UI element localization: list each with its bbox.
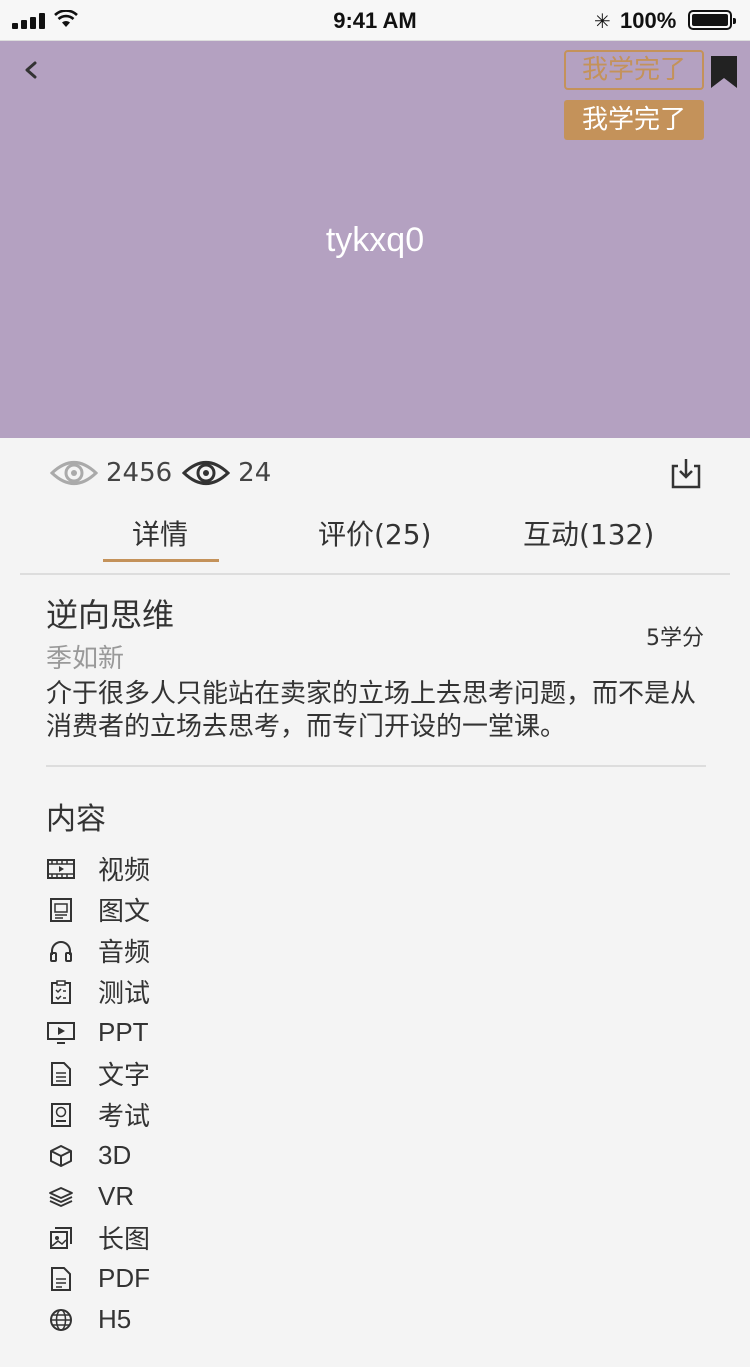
long-image-icon	[46, 1226, 76, 1250]
back-icon[interactable]	[18, 55, 46, 85]
content-item-long-image[interactable]: 长图	[46, 1217, 150, 1258]
views-count: 2456	[106, 458, 173, 488]
content-item-label: 音频	[98, 937, 151, 967]
image-text-icon	[46, 897, 76, 922]
content-item-label: 测试	[98, 978, 151, 1008]
content-heading: 内容	[46, 802, 106, 837]
finished-learning-button-outline[interactable]: 我学完了	[564, 50, 704, 90]
battery-percent: 100%	[620, 8, 677, 33]
tab-reviews[interactable]: 评价(25)	[318, 513, 431, 553]
course-credit: 5学分	[646, 626, 704, 651]
content-item-label: 3D	[98, 1140, 132, 1170]
battery-icon	[688, 10, 736, 30]
stats-row: 2456 24	[50, 455, 281, 491]
content-item-label: 图文	[98, 896, 151, 926]
clipboard-icon	[46, 979, 76, 1004]
cover-title: tykxq0	[325, 221, 425, 259]
headphones-icon	[46, 939, 76, 963]
document-icon	[46, 1061, 76, 1086]
viewers-eye-icon	[182, 461, 231, 485]
course-cover: tykxq0 我学完了 我学完了	[0, 41, 750, 438]
content-item-label: 文字	[98, 1060, 151, 1090]
content-item-h5[interactable]: H5	[46, 1299, 150, 1340]
content-item-exam[interactable]: 考试	[46, 1094, 150, 1135]
bookmark-icon[interactable]	[710, 55, 738, 89]
content-item-label: VR	[98, 1181, 135, 1211]
bluetooth-icon: ✳	[594, 9, 611, 33]
course-description: 介于很多人只能站在卖家的立场上去思考问题，而不是从消费者的立场去思考，而专门开设…	[46, 679, 697, 742]
content-list: 视频 图文 音频 测试 PPT 文字 考试 3D VR 长图 PDF H5	[46, 848, 150, 1340]
course-title: 逆向思维	[46, 596, 175, 634]
tab-interaction[interactable]: 互动(132)	[523, 513, 654, 553]
download-icon[interactable]	[670, 456, 702, 490]
content-item-audio[interactable]: 音频	[46, 930, 150, 971]
content-item-label: PDF	[98, 1263, 150, 1293]
content-item-label: 长图	[98, 1224, 151, 1254]
content-item-test[interactable]: 测试	[46, 971, 150, 1012]
content-item-label: PPT	[98, 1017, 149, 1047]
presentation-icon	[46, 1021, 76, 1045]
tab-bar: 详情 评价(25) 互动(132)	[20, 505, 730, 575]
globe-icon	[46, 1308, 76, 1332]
course-author: 季如新	[46, 644, 125, 674]
views-eye-icon	[50, 461, 98, 485]
pdf-icon	[46, 1266, 76, 1291]
content-item-pdf[interactable]: PDF	[46, 1258, 150, 1299]
layers-icon	[46, 1185, 76, 1209]
film-icon	[46, 857, 76, 881]
finished-learning-button[interactable]: 我学完了	[564, 100, 704, 140]
content-item-text[interactable]: 文字	[46, 1053, 150, 1094]
content-item-label: 视频	[98, 855, 151, 885]
divider	[46, 765, 706, 767]
tab-details[interactable]: 详情	[132, 513, 188, 553]
exam-pass-icon	[46, 1102, 76, 1127]
cube-icon	[46, 1144, 76, 1168]
active-tab-indicator	[103, 559, 219, 562]
content-item-vr[interactable]: VR	[46, 1176, 150, 1217]
content-item-label: 考试	[98, 1101, 151, 1131]
content-item-label: H5	[98, 1304, 132, 1334]
viewers-count: 24	[238, 458, 272, 488]
content-item-image-text[interactable]: 图文	[46, 889, 150, 930]
status-bar: 9:41 AM ✳ 100%	[0, 0, 750, 41]
content-item-video[interactable]: 视频	[46, 848, 150, 889]
content-item-3d[interactable]: 3D	[46, 1135, 150, 1176]
content-item-ppt[interactable]: PPT	[46, 1012, 150, 1053]
